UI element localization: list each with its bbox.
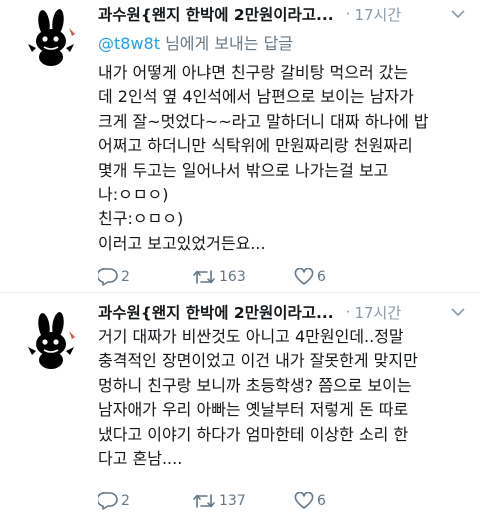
tweet-text-line: 멍하니 친구랑 보니까 초등학생? 쯤으로 보이는: [98, 375, 412, 395]
chevron-down-icon[interactable]: [450, 304, 466, 320]
reply-icon: [98, 492, 118, 510]
like-count: 6: [317, 493, 326, 509]
tweet-text-line: 크게 잘~멋었다~~라고 말하더니 대짜 하나에 밥: [98, 111, 429, 131]
tweet-text-line: 나:ㅇㅁㅇ): [98, 185, 169, 205]
timestamp[interactable]: 17시간: [354, 4, 401, 25]
like-count: 6: [317, 269, 326, 285]
avatar[interactable]: [22, 8, 82, 68]
reply-button[interactable]: 2: [98, 490, 130, 512]
separator-dot: ·: [345, 303, 351, 321]
retweet-count: 163: [219, 269, 246, 285]
reply-count: 2: [121, 493, 130, 509]
tweet-text-line: 친구:ㅇㅁㅇ): [98, 209, 184, 229]
tweet-text-line: 어쩌고 하더니만 식탁위에 만원짜리랑 천원짜리: [98, 136, 413, 156]
tweet-text-line: 충격적인 장면이었고 이건 내가 잘못한게 맞지만: [98, 351, 418, 371]
retweet-button[interactable]: 163: [192, 266, 246, 288]
retweet-button[interactable]: 137: [192, 490, 246, 512]
chevron-down-icon[interactable]: [450, 6, 466, 22]
tweet[interactable]: 과수원{왠지 한박에 2만원이라고... · 17시간 @t8w8t 님에게 보…: [0, 0, 480, 293]
heart-icon: [294, 268, 314, 285]
tweet-text-line: 남자애가 우리 아빠는 옛날부터 저렇게 돈 따로: [98, 400, 409, 420]
separator-dot: ·: [345, 5, 351, 23]
reply-count: 2: [121, 269, 130, 285]
tweet-text-line: 거기 대짜가 비싼것도 아니고 4만원인데..정말: [98, 327, 404, 346]
tweet-text-line: 데 2인석 옆 4인석에서 남편으로 보이는 남자가: [98, 87, 414, 107]
retweet-icon: [193, 270, 215, 284]
reply-context-label: 님에게 보내는 답글: [160, 34, 294, 53]
like-button[interactable]: 6: [294, 266, 326, 288]
tweet-text: 내가 어떻게 아냐면 친구랑 갈비탕 먹으러 갔는 데 2인석 옆 4인석에서 …: [98, 61, 468, 256]
tweet-text-line: 내가 어떻게 아냐면 친구랑 갈비탕 먹으러 갔는: [98, 63, 409, 82]
retweet-icon: [193, 494, 215, 508]
timestamp[interactable]: 17시간: [354, 302, 401, 323]
avatar[interactable]: [22, 311, 82, 371]
author-name[interactable]: 과수원{왠지 한박에 2만원이라고...: [98, 301, 334, 323]
tweet-text-line: 몇개 두고는 일어나서 밖으로 나가는걸 보고: [98, 160, 389, 180]
heart-icon: [294, 492, 314, 509]
tweet-text-line: 다고 혼남....: [98, 449, 183, 469]
reply-icon: [98, 268, 118, 286]
retweet-count: 137: [219, 493, 246, 509]
reply-context: @t8w8t 님에게 보내는 답글: [98, 30, 293, 54]
author-name[interactable]: 과수원{왠지 한박에 2만원이라고...: [98, 3, 334, 25]
tweet-header: 과수원{왠지 한박에 2만원이라고... · 17시간: [98, 300, 466, 324]
like-button[interactable]: 6: [294, 490, 326, 512]
tweet-text-line: 냈다고 이야기 하다가 엄마한테 이상한 소리 한: [98, 424, 409, 444]
tweet[interactable]: 과수원{왠지 한박에 2만원이라고... · 17시간 거기 대짜가 비싼것도 …: [0, 293, 480, 527]
reply-handle-link[interactable]: @t8w8t: [98, 34, 160, 53]
tweet-text-line: 이러고 보고있었거든요...: [98, 233, 266, 253]
tweet-header: 과수원{왠지 한박에 2만원이라고... · 17시간: [98, 2, 466, 26]
reply-button[interactable]: 2: [98, 266, 130, 288]
tweet-text: 거기 대짜가 비싼것도 아니고 4만원인데..정말 충격적인 장면이었고 이건 …: [98, 325, 468, 471]
